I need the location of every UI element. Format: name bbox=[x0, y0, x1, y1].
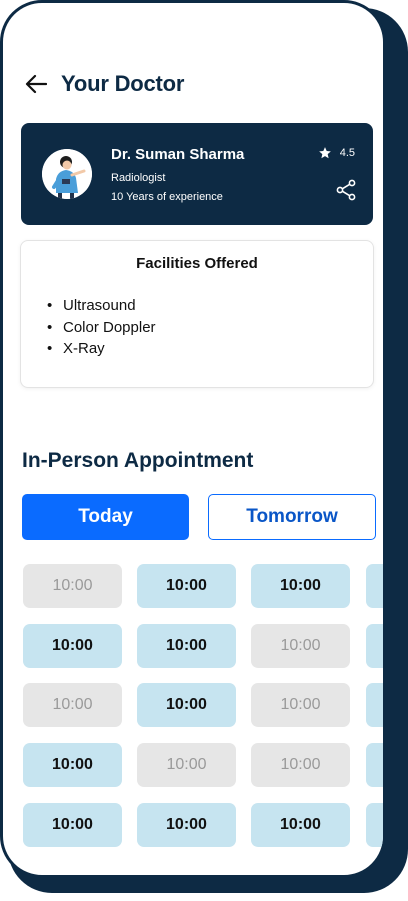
time-slot[interactable]: 10:00 bbox=[251, 624, 350, 668]
time-slot[interactable]: 10:00 bbox=[251, 803, 350, 847]
phone-screen: Your Doctor Dr. Suman Sharma Radiologist… bbox=[0, 0, 386, 878]
doctor-specialty: Radiologist bbox=[111, 172, 166, 184]
doctor-avatar-illustration bbox=[42, 149, 92, 199]
time-slot[interactable]: 10:00 bbox=[137, 564, 236, 608]
doctor-experience: 10 Years of experience bbox=[111, 191, 223, 203]
arrow-left-icon bbox=[25, 74, 47, 94]
time-slot[interactable] bbox=[366, 803, 383, 847]
facility-item: X-Ray bbox=[47, 338, 156, 360]
time-slot[interactable] bbox=[366, 683, 383, 727]
time-slot[interactable]: 10:00 bbox=[251, 683, 350, 727]
time-slot[interactable]: 10:00 bbox=[23, 624, 122, 668]
back-button[interactable] bbox=[23, 71, 49, 97]
today-tab-button[interactable]: Today bbox=[22, 494, 189, 540]
share-button[interactable] bbox=[335, 179, 357, 201]
header: Your Doctor bbox=[23, 67, 184, 101]
appointment-section-title: In-Person Appointment bbox=[22, 449, 254, 472]
rating-value: 4.5 bbox=[339, 147, 355, 159]
time-slot[interactable]: 10:00 bbox=[251, 743, 350, 787]
time-slot[interactable]: 10:00 bbox=[137, 683, 236, 727]
time-slot[interactable]: 10:00 bbox=[251, 564, 350, 608]
time-slot[interactable]: 10:00 bbox=[23, 564, 122, 608]
star-icon bbox=[318, 147, 331, 159]
time-slot[interactable]: 10:00 bbox=[23, 683, 122, 727]
share-icon bbox=[336, 179, 356, 201]
time-slot[interactable] bbox=[366, 743, 383, 787]
facilities-card: Facilities Offered Ultrasound Color Dopp… bbox=[20, 240, 374, 388]
facilities-list: Ultrasound Color Doppler X-Ray bbox=[47, 295, 156, 360]
time-slot[interactable]: 10:00 bbox=[23, 803, 122, 847]
time-slot[interactable]: 10:00 bbox=[137, 624, 236, 668]
page-title: Your Doctor bbox=[61, 71, 185, 96]
facility-item: Ultrasound bbox=[47, 295, 156, 317]
time-slot[interactable]: 10:00 bbox=[137, 803, 236, 847]
time-slot[interactable] bbox=[366, 564, 383, 608]
facility-item: Color Doppler bbox=[47, 317, 156, 339]
tomorrow-tab-button[interactable]: Tomorrow bbox=[208, 494, 376, 540]
facilities-title: Facilities Offered bbox=[136, 255, 258, 272]
doctor-name: Dr. Suman Sharma bbox=[111, 146, 245, 163]
time-slot[interactable]: 10:00 bbox=[137, 743, 236, 787]
time-slot[interactable] bbox=[366, 624, 383, 668]
doctor-avatar bbox=[42, 149, 92, 199]
time-slot[interactable]: 10:00 bbox=[23, 743, 122, 787]
doctor-rating: 4.5 bbox=[318, 146, 355, 160]
doctor-card[interactable]: Dr. Suman Sharma Radiologist 10 Years of… bbox=[21, 123, 373, 225]
